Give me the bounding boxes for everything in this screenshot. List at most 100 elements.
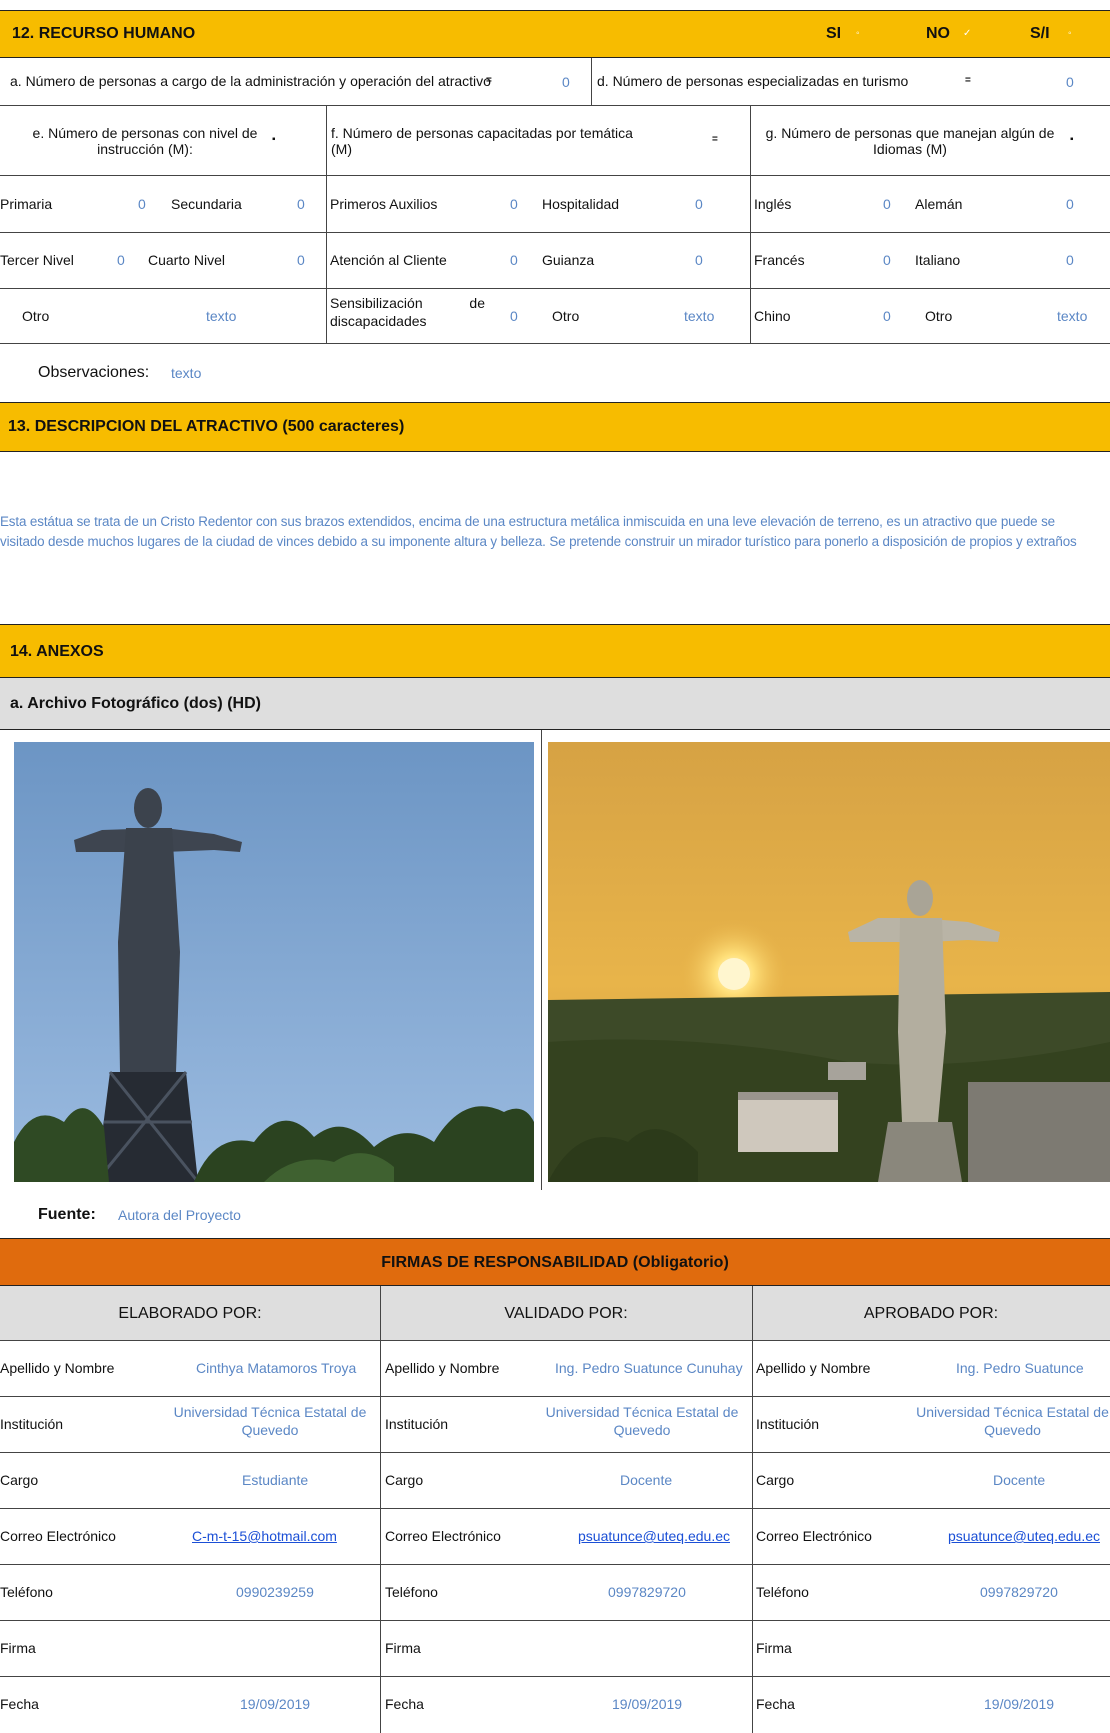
c1-nombre-value: Cinthya Matamoros Troya	[196, 1360, 357, 1376]
c3-inst-value: Universidad Técnica Estatal de Quevedo	[916, 1404, 1109, 1438]
c1-cargo-label: Cargo	[0, 1472, 39, 1488]
c2-nombre-value: Ing. Pedro Suatunce Cunuhay	[555, 1360, 743, 1376]
fuente-value: Autora del Proyecto	[118, 1207, 241, 1223]
c3-telefono-label: Teléfono	[756, 1584, 809, 1600]
c1-fecha-value: 19/09/2019	[240, 1696, 311, 1712]
c1-cargo-value: Estudiante	[242, 1472, 309, 1488]
sn-checkbox[interactable]: ◦	[1068, 28, 1072, 39]
frances-label: Francés	[754, 252, 805, 268]
firmas-title: FIRMAS DE RESPONSABILIDAD (Obligatorio)	[381, 1254, 729, 1271]
c2-nombre-label: Apellido y Nombre	[385, 1360, 500, 1376]
c2-inst-value: Universidad Técnica Estatal de Quevedo	[545, 1404, 739, 1438]
c1-correo-label: Correo Electrónico	[0, 1528, 116, 1544]
otro-e-value: texto	[206, 308, 237, 324]
aleman-value: 0	[1066, 196, 1074, 212]
c2-cargo-label: Cargo	[385, 1472, 424, 1488]
aprobado-header: APROBADO POR:	[863, 1304, 999, 1322]
otro-f-label: Otro	[552, 308, 580, 324]
efg-grid: Primaria 0 Secundaria 0 Primeros Auxilio…	[0, 176, 1110, 344]
primaria-label: Primaria	[0, 196, 53, 212]
d-mark: =	[965, 75, 971, 86]
guianza-value: 0	[695, 252, 703, 268]
c2-telefono-value: 0997829720	[608, 1584, 686, 1600]
otro-g-label: Otro	[925, 308, 953, 324]
validado-header: VALIDADO POR:	[504, 1304, 628, 1322]
e-label: e. Número de personas con nivel de instr…	[32, 125, 258, 157]
cuarto-value: 0	[297, 252, 305, 268]
photo-archive-header: a. Archivo Fotográfico (dos) (HD)	[0, 678, 1110, 730]
c3-correo-label: Correo Electrónico	[756, 1528, 872, 1544]
c3-fecha-value: 19/09/2019	[984, 1696, 1055, 1712]
c2-correo-label: Correo Electrónico	[385, 1528, 501, 1544]
italiano-label: Italiano	[915, 252, 961, 268]
guianza-label: Guianza	[542, 252, 595, 268]
sensib-value: 0	[510, 308, 518, 324]
c2-correo-link[interactable]: psuatunce@uteq.edu.ec	[578, 1528, 730, 1544]
elaborado-header: ELABORADO POR:	[118, 1304, 262, 1322]
row-a-d: a. Número de personas a cargo de la admi…	[0, 58, 1110, 106]
c3-nombre-label: Apellido y Nombre	[756, 1360, 871, 1376]
g-mark: ▪	[1070, 134, 1074, 145]
d-label: d. Número de personas especializadas en …	[597, 73, 909, 89]
observaciones-label: Observaciones:	[38, 364, 150, 381]
a-value: 0	[562, 74, 570, 90]
row-efg-headers: e. Número de personas con nivel de instr…	[0, 106, 1110, 176]
photo-cristo-day	[14, 742, 534, 1182]
atencion-label: Atención al Cliente	[330, 252, 447, 268]
e-mark: ▪	[272, 134, 276, 145]
c2-fecha-label: Fecha	[385, 1696, 424, 1712]
c3-correo-link[interactable]: psuatunce@uteq.edu.ec	[948, 1528, 1100, 1544]
c1-inst-label: Institución	[0, 1416, 64, 1432]
photo-area	[0, 730, 1110, 1190]
auxilios-value: 0	[510, 196, 518, 212]
otro-e-label: Otro	[22, 308, 50, 324]
d-value: 0	[1066, 74, 1074, 90]
cuarto-label: Cuarto Nivel	[148, 252, 226, 268]
observaciones-value: texto	[171, 365, 202, 381]
secundaria-label: Secundaria	[171, 196, 242, 212]
sensib-label: Sensibilización de discapacidades	[330, 295, 485, 329]
c2-inst-label: Institución	[385, 1416, 449, 1432]
italiano-value: 0	[1066, 252, 1074, 268]
frances-value: 0	[883, 252, 891, 268]
description-line-1: Esta estátua se trata de un Cristo Reden…	[0, 514, 1055, 529]
auxilios-label: Primeros Auxilios	[330, 196, 438, 212]
c3-cargo-value: Docente	[993, 1472, 1046, 1488]
c3-firma-label: Firma	[756, 1640, 792, 1656]
primaria-value: 0	[138, 196, 146, 212]
c1-telefono-value: 0990239259	[236, 1584, 314, 1600]
no-checkbox[interactable]: ✓	[963, 28, 971, 39]
photo-cristo-sunset	[548, 742, 1110, 1182]
c3-fecha-label: Fecha	[756, 1696, 795, 1712]
description-block: Esta estátua se trata de un Cristo Reden…	[0, 452, 1110, 614]
a-mark: =	[486, 75, 492, 86]
chino-label: Chino	[754, 308, 791, 324]
f-label: f. Número de personas capacitadas por te…	[331, 125, 633, 157]
ingles-value: 0	[883, 196, 891, 212]
otro-f-value: texto	[684, 308, 715, 324]
c2-cargo-value: Docente	[620, 1472, 673, 1488]
secundaria-value: 0	[297, 196, 305, 212]
firmas-col-headers: ELABORADO POR: VALIDADO POR: APROBADO PO…	[0, 1286, 1110, 1341]
g-label: g. Número de personas que manejan algún …	[765, 125, 1055, 157]
observaciones-row: Observaciones: texto	[0, 344, 1110, 402]
si-label: SI	[826, 25, 842, 42]
ingles-label: Inglés	[754, 196, 792, 212]
f-mark: =	[712, 134, 718, 145]
otro-g-value: texto	[1057, 308, 1088, 324]
c1-nombre-label: Apellido y Nombre	[0, 1360, 115, 1376]
atencion-value: 0	[510, 252, 518, 268]
section-13-header: 13. DESCRIPCION DEL ATRACTIVO (500 carac…	[0, 402, 1110, 452]
c1-correo-link[interactable]: C-m-t-15@hotmail.com	[192, 1528, 337, 1544]
si-checkbox[interactable]: ◦	[856, 28, 860, 39]
c3-inst-label: Institución	[756, 1416, 820, 1432]
section-14-title: 14. ANEXOS	[10, 643, 104, 660]
c3-telefono-value: 0997829720	[980, 1584, 1058, 1600]
firmas-header: FIRMAS DE RESPONSABILIDAD (Obligatorio)	[0, 1238, 1110, 1286]
photo-archive-title: a. Archivo Fotográfico (dos) (HD)	[10, 695, 261, 712]
c1-inst-value: Universidad Técnica Estatal de Quevedo	[173, 1404, 367, 1438]
c1-fecha-label: Fecha	[0, 1696, 39, 1712]
c1-telefono-label: Teléfono	[0, 1584, 53, 1600]
fuente-row: Fuente: Autora del Proyecto	[0, 1190, 1110, 1238]
c3-nombre-value: Ing. Pedro Suatunce	[956, 1360, 1084, 1376]
